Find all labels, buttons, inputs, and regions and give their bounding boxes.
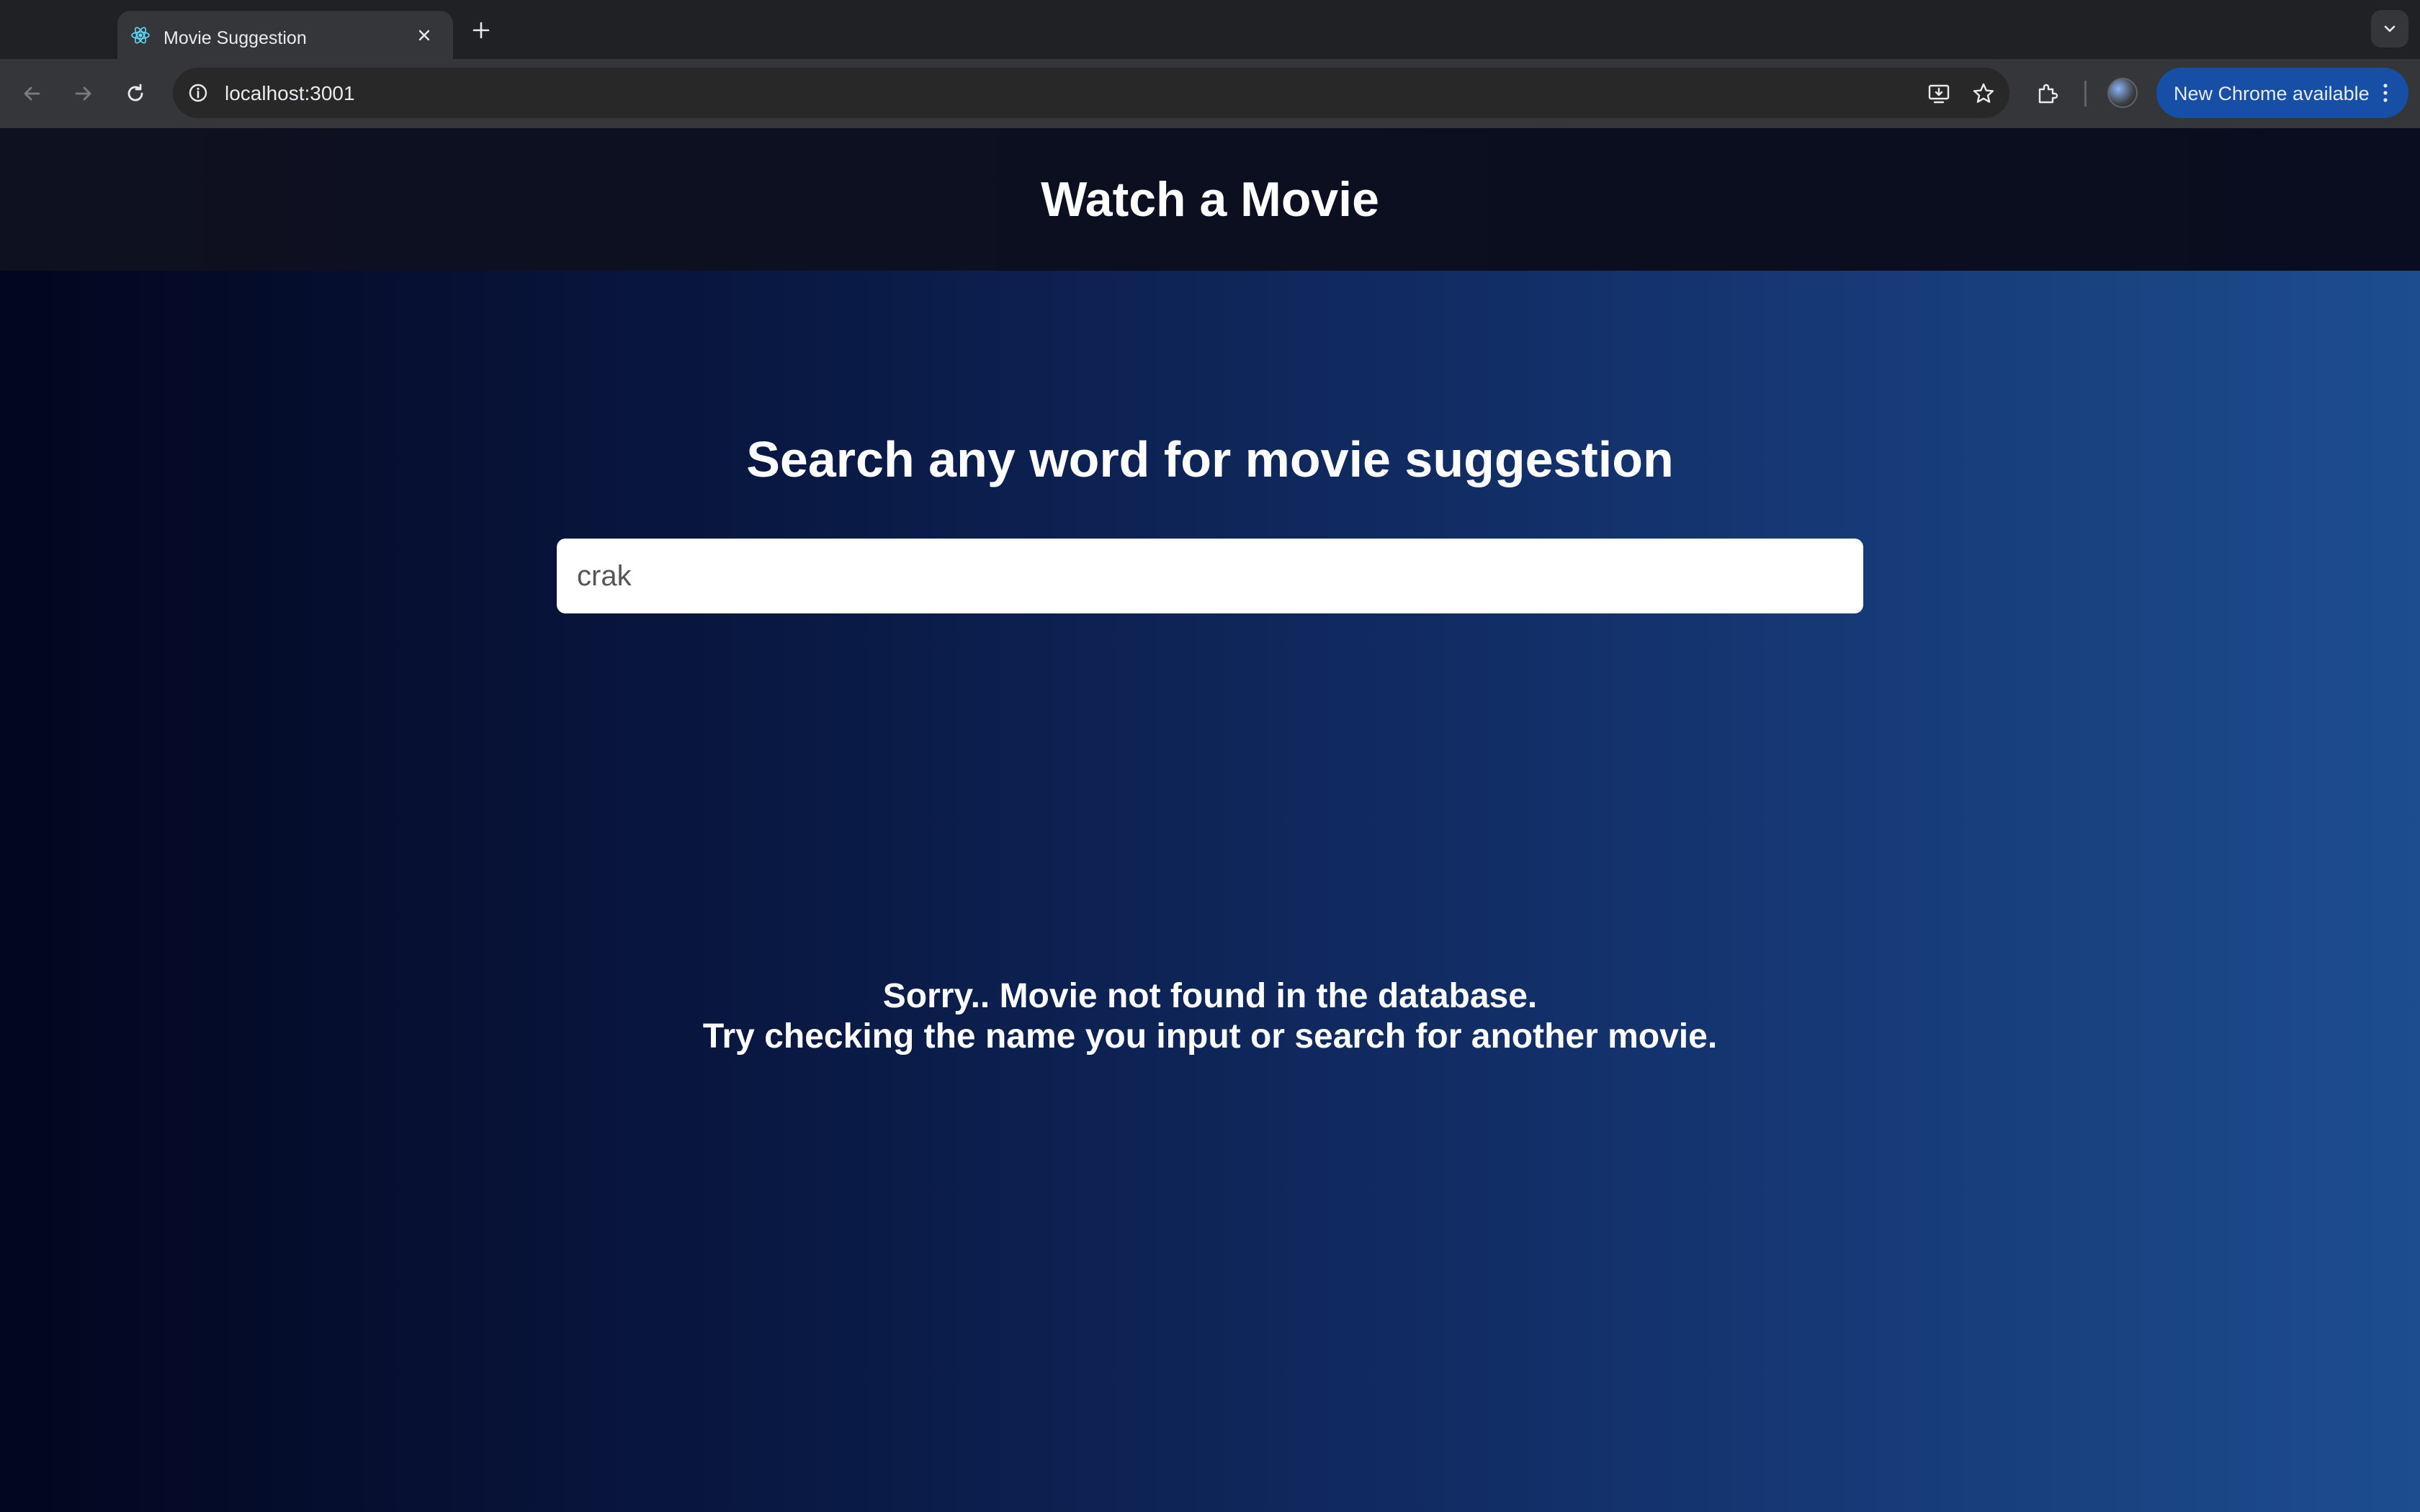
close-tab-icon[interactable] xyxy=(411,22,437,48)
site-header: Watch a Movie xyxy=(0,128,2420,271)
install-app-icon[interactable] xyxy=(1926,81,1952,107)
url-text: localhost:3001 xyxy=(225,82,355,104)
browser-tab[interactable]: Movie Suggestion xyxy=(117,11,453,59)
site-title: Watch a Movie xyxy=(1041,172,1379,227)
bookmark-star-icon[interactable] xyxy=(1971,81,1996,107)
extensions-puzzle-icon[interactable] xyxy=(2031,78,2063,109)
reload-icon[interactable] xyxy=(121,79,150,108)
new-chrome-available-button[interactable]: New Chrome available xyxy=(2156,68,2408,118)
not-found-line-1: Sorry.. Movie not found in the database. xyxy=(882,977,1538,1015)
browser-toolbar: localhost:3001 New Chrome available xyxy=(0,59,2420,128)
tab-title: Movie Suggestion xyxy=(163,28,307,48)
kebab-menu-icon[interactable] xyxy=(2372,80,2398,106)
forward-arrow-icon[interactable] xyxy=(69,79,98,108)
movie-search-input[interactable] xyxy=(557,539,1863,613)
toolbar-separator xyxy=(2084,81,2087,107)
react-icon xyxy=(130,25,151,45)
site-info-icon[interactable] xyxy=(187,82,209,104)
new-tab-icon[interactable] xyxy=(467,16,496,45)
not-found-message: Sorry.. Movie not found in the database.… xyxy=(0,976,2420,1057)
address-bar[interactable]: localhost:3001 xyxy=(173,68,2009,118)
back-arrow-icon[interactable] xyxy=(17,79,46,108)
profile-avatar[interactable] xyxy=(2107,78,2138,108)
not-found-line-2: Try checking the name you input or searc… xyxy=(702,1017,1718,1056)
tab-search-chevron-icon[interactable] xyxy=(2371,10,2408,48)
search-heading: Search any word for movie suggestion xyxy=(746,431,1674,487)
page-viewport: Watch a Movie Search any word for movie … xyxy=(0,128,2420,1512)
update-label: New Chrome available xyxy=(2174,83,2370,104)
tab-strip: Movie Suggestion xyxy=(0,0,2420,59)
